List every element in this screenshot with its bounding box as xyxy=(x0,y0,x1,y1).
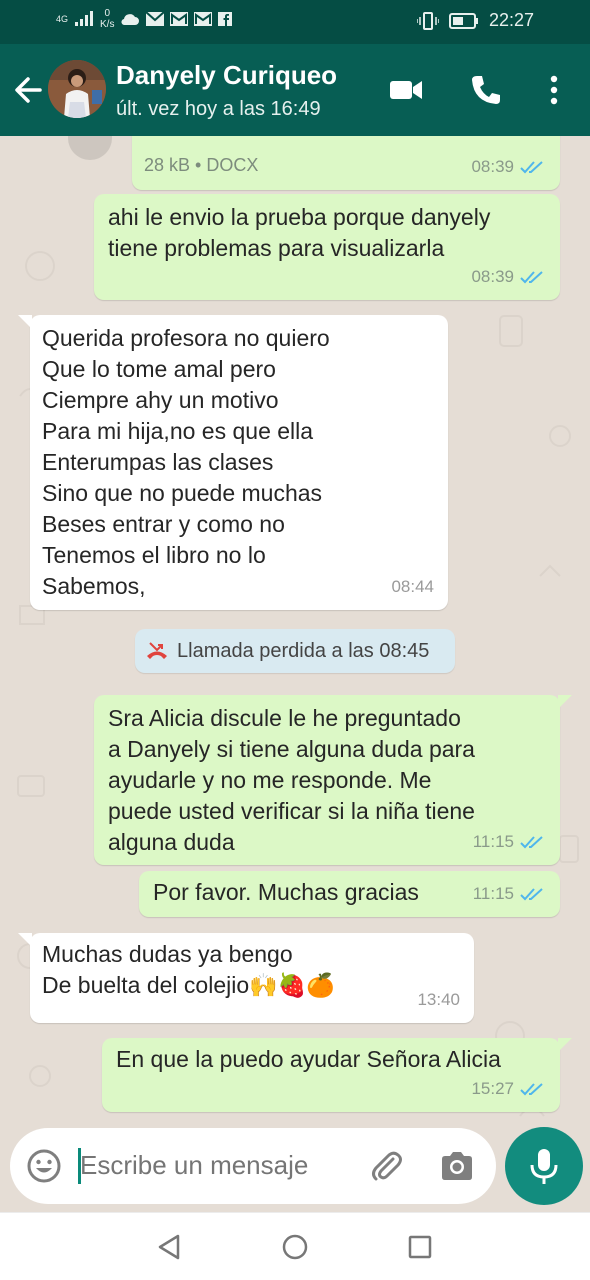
cloud-icon xyxy=(121,14,140,26)
gmail-icon xyxy=(170,12,189,26)
read-ticks-icon xyxy=(520,1082,543,1095)
video-camera-icon[interactable] xyxy=(386,70,426,110)
microphone-button[interactable] xyxy=(505,1127,583,1205)
bubble-tail xyxy=(558,1038,572,1052)
triangle-back-icon[interactable] xyxy=(154,1231,186,1263)
arrow-left-icon[interactable] xyxy=(10,70,46,110)
chat-header: Danyely Curiqueo últ. vez hoy a las 16:4… xyxy=(0,44,590,136)
message-text: Muchas dudas ya bengo De buelta del cole… xyxy=(42,941,336,998)
missed-call-icon xyxy=(147,642,167,659)
network-speed: 0 K/s xyxy=(100,8,114,30)
status-bar: 4G 0 K/s 22:27 xyxy=(0,0,590,44)
message-incoming[interactable]: Muchas dudas ya bengo De buelta del cole… xyxy=(18,933,474,1023)
message-time: 08:39 xyxy=(471,267,514,286)
message-document[interactable]: 28 kB • DOCX 08:39 xyxy=(132,136,560,190)
last-seen-status: últ. vez hoy a las 16:49 xyxy=(116,98,321,120)
contact-name[interactable]: Danyely Curiqueo xyxy=(116,60,337,91)
read-ticks-icon xyxy=(520,160,543,173)
message-outgoing[interactable]: Por favor. Muchas gracias 11:15 xyxy=(139,871,560,917)
message-meta: 15:27 xyxy=(471,1073,546,1104)
message-time: 11:15 xyxy=(472,832,514,851)
message-time: 15:27 xyxy=(471,1079,514,1098)
message-text: Por favor. Muchas gracias xyxy=(153,879,419,905)
message-outgoing[interactable]: En que la puedo ayudar Señora Alicia 15:… xyxy=(102,1038,572,1112)
gmail-icon-2 xyxy=(194,12,213,26)
message-meta: 11:15 xyxy=(473,878,546,909)
paperclip-icon[interactable] xyxy=(366,1146,406,1186)
camera-icon[interactable] xyxy=(438,1147,476,1185)
clock: 22:27 xyxy=(488,10,534,30)
message-meta: 08:44 xyxy=(391,571,434,602)
mail-icon xyxy=(146,12,165,26)
message-outgoing[interactable]: Sra Alicia discule le he preguntado a Da… xyxy=(94,695,572,865)
microphone-icon xyxy=(530,1149,558,1184)
message-time: 11:15 xyxy=(472,884,514,903)
message-meta: 11:15 xyxy=(473,826,546,857)
missed-call-notice[interactable]: Llamada perdida a las 08:45 xyxy=(135,629,455,673)
message-meta: 13:40 xyxy=(417,984,460,1015)
message-time: 08:39 xyxy=(471,157,514,176)
vibrate-icon xyxy=(416,11,439,30)
network-speed-value: 0 xyxy=(104,8,111,19)
message-meta: 08:39 xyxy=(471,261,546,292)
message-composer xyxy=(10,1128,496,1204)
read-ticks-icon xyxy=(520,887,543,900)
chat-area[interactable]: 28 kB • DOCX 08:39 ahi le envio la prueb… xyxy=(0,136,590,1126)
message-meta: 08:39 xyxy=(471,151,546,182)
signal-icon xyxy=(75,11,94,26)
battery-icon xyxy=(448,12,478,29)
message-text: Querida profesora no quiero Que lo tome … xyxy=(42,325,330,599)
network-speed-unit: K/s xyxy=(100,19,115,30)
message-outgoing[interactable]: ahi le envio la prueba porque danyely ti… xyxy=(94,194,560,300)
document-file-info: 28 kB • DOCX xyxy=(144,155,259,175)
network-type: 4G xyxy=(56,13,69,24)
status-right-group: 22:27 xyxy=(416,10,534,31)
message-time: 08:44 xyxy=(391,577,434,596)
facebook-icon xyxy=(218,12,233,26)
system-nav-bar xyxy=(0,1212,590,1280)
more-vert-icon[interactable] xyxy=(534,70,574,110)
avatar-image xyxy=(48,60,106,118)
square-recents-icon[interactable] xyxy=(404,1231,436,1263)
emoji-icon[interactable] xyxy=(26,1148,62,1184)
avatar[interactable] xyxy=(48,60,106,118)
read-ticks-icon xyxy=(520,270,543,283)
bubble-tail xyxy=(18,933,32,947)
message-text: ahi le envio la prueba porque danyely ti… xyxy=(108,204,491,261)
phone-icon[interactable] xyxy=(466,70,506,110)
status-left-group: 4G 0 K/s xyxy=(56,8,233,30)
message-incoming[interactable]: Querida profesora no quiero Que lo tome … xyxy=(18,315,448,610)
missed-call-text: Llamada perdida a las 08:45 xyxy=(177,639,430,662)
message-time: 13:40 xyxy=(417,990,460,1009)
bubble-tail xyxy=(18,315,32,329)
message-input[interactable] xyxy=(80,1150,350,1181)
message-text: En que la puedo ayudar Señora Alicia xyxy=(116,1046,501,1072)
circle-home-icon[interactable] xyxy=(279,1231,311,1263)
bubble-tail xyxy=(558,695,572,709)
read-ticks-icon xyxy=(520,835,543,848)
